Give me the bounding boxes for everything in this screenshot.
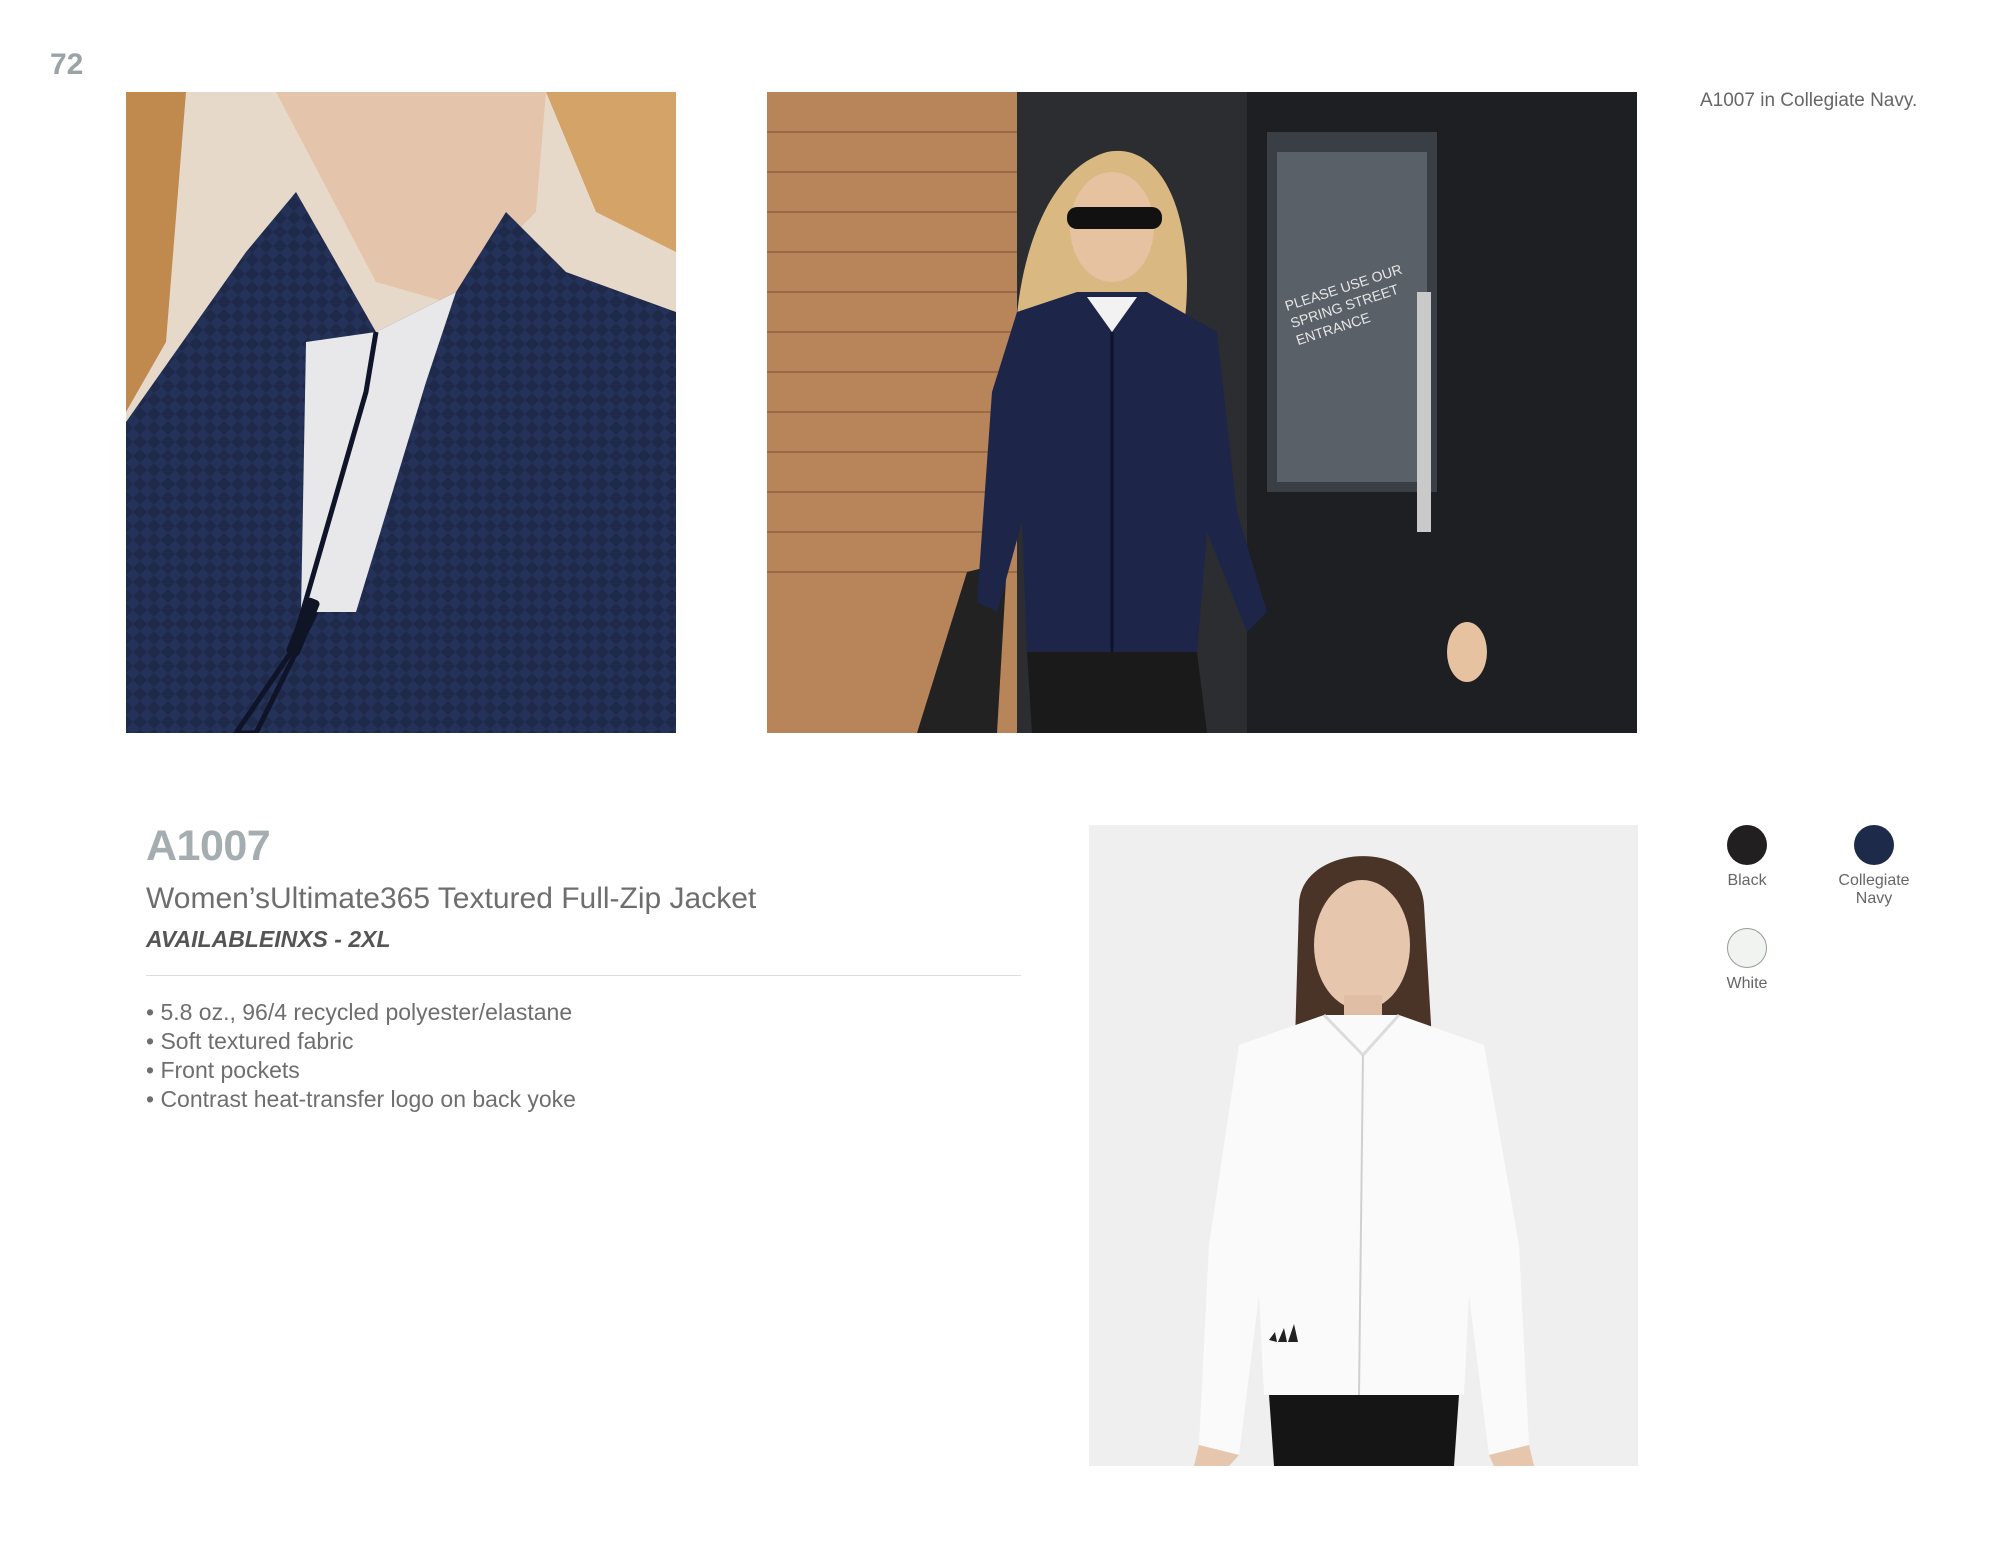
divider <box>146 975 1021 976</box>
swatch-dot <box>1727 928 1767 968</box>
swatch-label: Black <box>1727 872 1767 889</box>
photo-caption: A1007 in Collegiate Navy. <box>1700 90 1918 111</box>
swatch-dot <box>1727 825 1767 865</box>
color-swatch-collegiate-navy[interactable]: Collegiate Navy <box>1809 825 1939 908</box>
feature-item: • Contrast heat-transfer logo on back yo… <box>146 1086 576 1112</box>
product-name: Women’sUltimate365 Textured Full-Zip Jac… <box>146 882 757 915</box>
page-number: 72 <box>50 48 84 81</box>
feature-item: • Front pockets <box>146 1057 300 1083</box>
feature-item: • 5.8 oz., 96/4 recycled polyester/elast… <box>146 999 573 1025</box>
product-closeup-photo <box>126 92 676 733</box>
size-availability: AVAILABLEINXS - 2XL <box>146 926 391 952</box>
color-swatch-black[interactable]: Black <box>1682 825 1812 890</box>
color-swatch-white[interactable]: White <box>1682 928 1812 993</box>
swatch-label: Collegiate Navy <box>1838 872 1910 907</box>
product-sku: A1007 <box>146 822 271 870</box>
feature-list: • 5.8 oz., 96/4 recycled polyester/elast… <box>146 998 576 1114</box>
product-studio-photo <box>1089 825 1638 1466</box>
swatch-label: White <box>1726 975 1768 992</box>
product-lifestyle-photo: PLEASE USE OUR SPRING STREET ENTRANCE <box>767 92 1637 733</box>
swatch-dot <box>1854 825 1894 865</box>
feature-item: • Soft textured fabric <box>146 1028 354 1054</box>
